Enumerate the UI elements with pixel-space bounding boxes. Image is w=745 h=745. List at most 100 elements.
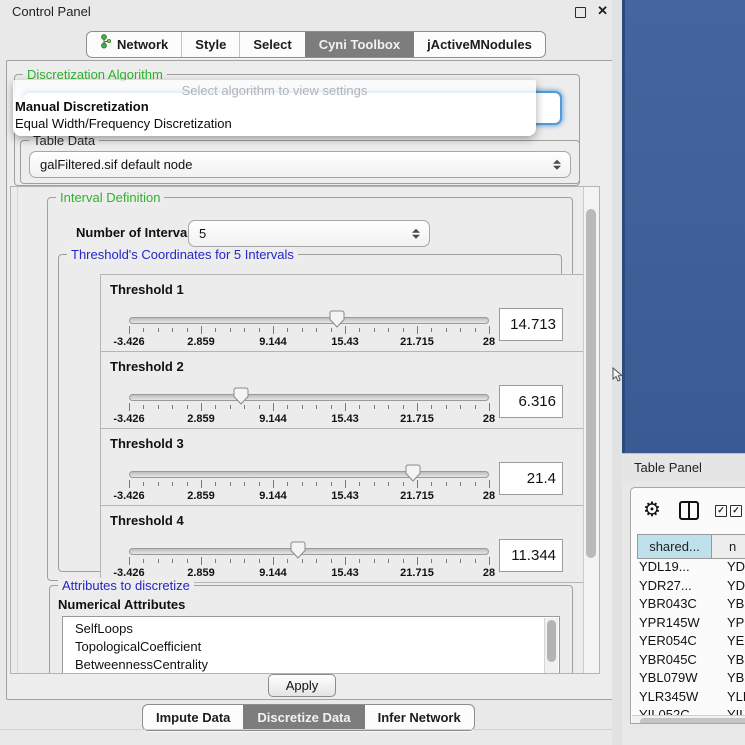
threshold-value-input[interactable]: 11.344 xyxy=(499,539,563,572)
list-scrollbar[interactable] xyxy=(544,618,558,674)
bottom-tab-bar: Impute Data Discretize Data Infer Networ… xyxy=(142,704,475,731)
tick-mark xyxy=(244,328,245,332)
table-row[interactable]: YBL079WYBL0 xyxy=(637,670,745,689)
dropdown-option-equal-width-frequency[interactable]: Equal Width/Frequency Discretization xyxy=(15,116,232,131)
tab-network[interactable]: Network xyxy=(87,32,181,57)
scale-label: 21.715 xyxy=(400,413,434,425)
threshold-value-input[interactable]: 14.713 xyxy=(499,308,563,341)
divider-line xyxy=(0,729,620,730)
list-item[interactable]: SelfLoops xyxy=(63,620,559,638)
float-window-icon[interactable] xyxy=(575,7,586,18)
group-title: Threshold's Coordinates for 5 Intervals xyxy=(67,247,298,262)
scale-label: 21.715 xyxy=(400,336,434,348)
slider-thumb[interactable] xyxy=(291,541,306,559)
scale-label: 21.715 xyxy=(400,490,434,502)
tick-mark xyxy=(302,405,303,409)
tick-mark xyxy=(259,559,260,563)
table-horizontal-scrollbar[interactable] xyxy=(632,715,745,724)
split-table-icon[interactable] xyxy=(679,501,699,520)
tick-mark xyxy=(417,557,418,565)
scale-label: 2.859 xyxy=(187,336,215,348)
table-row[interactable]: YER054CYER0 xyxy=(637,633,745,652)
slider-track[interactable] xyxy=(129,548,489,555)
table-data-combobox[interactable]: galFiltered.sif default node xyxy=(29,151,571,178)
tick-mark xyxy=(187,559,188,563)
scrollbar-thumb[interactable] xyxy=(640,718,745,724)
cell-shared-name: YDL19... xyxy=(637,559,713,574)
slider-thumb[interactable] xyxy=(233,387,248,405)
table-row[interactable]: YLR345WYLR3 xyxy=(637,689,745,708)
threshold-slider: -3.4262.8599.14415.4321.71528 xyxy=(129,390,489,426)
table-row[interactable]: YDL19...YDL1 xyxy=(637,559,745,578)
tab-discretize-data[interactable]: Discretize Data xyxy=(243,705,363,730)
list-item[interactable]: TopologicalCoefficient xyxy=(63,638,559,656)
table-row[interactable]: YBR045CYBR0 xyxy=(637,652,745,671)
column-header-shared-name[interactable]: shared... xyxy=(637,534,712,559)
table-rows: YDL19...YDL1YDR27...YDR2YBR043CYBR0YPR14… xyxy=(637,559,745,724)
slider-thumb[interactable] xyxy=(329,310,344,328)
threshold-value-input[interactable]: 21.4 xyxy=(499,462,563,495)
slider-ticks xyxy=(129,557,489,566)
tab-label: Style xyxy=(195,32,226,57)
tick-mark xyxy=(489,326,490,334)
tick-mark xyxy=(374,482,375,486)
top-tab-bar: Network Style Select Cyni Toolbox jActiv… xyxy=(86,31,546,58)
tick-mark xyxy=(287,328,288,332)
slider-track[interactable] xyxy=(129,471,489,478)
table-row[interactable]: YDR27...YDR2 xyxy=(637,578,745,597)
tab-jactivemnodules[interactable]: jActiveMNodules xyxy=(413,32,545,57)
slider-track[interactable] xyxy=(129,317,489,324)
tab-style[interactable]: Style xyxy=(181,32,239,57)
column-header-name[interactable]: n xyxy=(712,534,745,559)
tick-mark xyxy=(316,405,317,409)
threshold-label: Threshold 2 xyxy=(110,359,184,374)
tick-mark xyxy=(259,405,260,409)
tick-mark xyxy=(417,403,418,411)
tick-mark xyxy=(331,328,332,332)
apply-button[interactable]: Apply xyxy=(268,674,336,697)
tick-mark xyxy=(345,326,346,334)
tick-mark xyxy=(417,326,418,334)
scrollbar-thumb[interactable] xyxy=(547,620,556,662)
tick-mark xyxy=(475,405,476,409)
checkbox-icon[interactable]: ✓ xyxy=(715,505,727,517)
tick-mark xyxy=(259,482,260,486)
slider-ticks xyxy=(129,326,489,335)
tick-mark xyxy=(129,326,130,334)
tick-mark xyxy=(158,559,159,563)
cell-shared-name: YER054C xyxy=(637,633,713,648)
table-row[interactable]: YPR145WYPR1 xyxy=(637,615,745,634)
tick-mark xyxy=(403,482,404,486)
checkbox-icon[interactable]: ✓ xyxy=(730,505,742,517)
scrollbar-thumb[interactable] xyxy=(586,209,596,558)
tick-mark xyxy=(273,403,274,411)
threshold-value-input[interactable]: 6.316 xyxy=(499,385,563,418)
tick-mark xyxy=(215,328,216,332)
list-item[interactable]: BetweennessCentrality xyxy=(63,656,559,674)
tick-mark xyxy=(446,405,447,409)
tab-select[interactable]: Select xyxy=(239,32,304,57)
settings-scrollbar[interactable] xyxy=(583,187,599,673)
gear-icon[interactable]: ⚙ xyxy=(643,500,661,520)
numerical-attributes-list[interactable]: SelfLoopsTopologicalCoefficientBetweenne… xyxy=(62,616,560,674)
number-of-intervals-combobox[interactable]: 5 xyxy=(188,220,430,247)
threshold-panel: Threshold 4-3.4262.8599.14415.4321.71528… xyxy=(100,505,588,583)
close-icon[interactable]: ✕ xyxy=(597,3,608,19)
cell-name: YDL1 xyxy=(713,559,745,574)
tick-mark xyxy=(158,328,159,332)
tick-mark xyxy=(446,328,447,332)
slider-thumb[interactable] xyxy=(406,464,421,482)
cell-name: YLR3 xyxy=(713,689,745,704)
table-row[interactable]: YBR043CYBR0 xyxy=(637,596,745,615)
threshold-panel: Threshold 3-3.4262.8599.14415.4321.71528… xyxy=(100,428,588,506)
tick-mark xyxy=(489,403,490,411)
dropdown-option-manual-discretization[interactable]: Manual Discretization xyxy=(15,99,149,114)
scale-label: 15.43 xyxy=(331,336,359,348)
tab-cyni-toolbox[interactable]: Cyni Toolbox xyxy=(305,32,413,57)
slider-track[interactable] xyxy=(129,394,489,401)
tab-infer-network[interactable]: Infer Network xyxy=(364,705,474,730)
tab-impute-data[interactable]: Impute Data xyxy=(143,705,243,730)
tick-mark xyxy=(143,559,144,563)
spinner-arrows-icon xyxy=(553,158,561,171)
tick-mark xyxy=(388,328,389,332)
